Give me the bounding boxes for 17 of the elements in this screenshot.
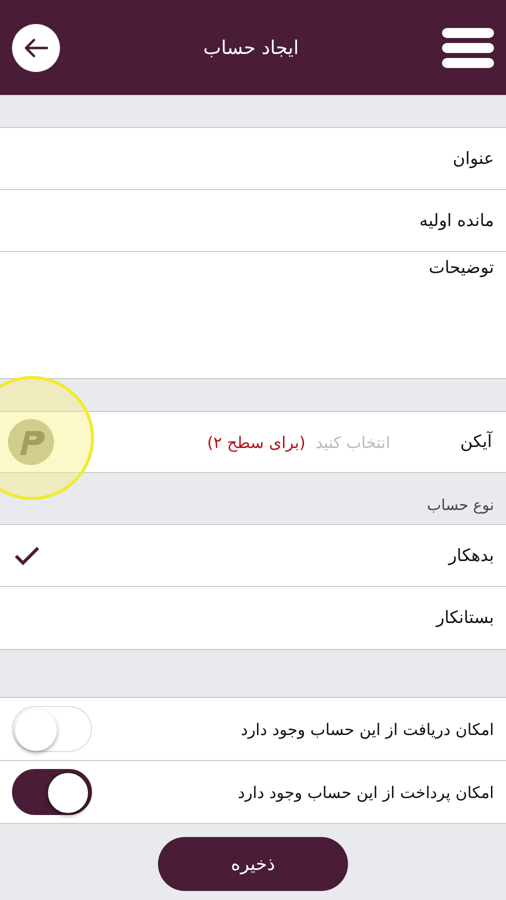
field-label: آیکن bbox=[460, 432, 492, 452]
menu-icon[interactable] bbox=[442, 28, 494, 68]
coin-icon bbox=[6, 417, 56, 467]
select-placeholder: انتخاب کنید bbox=[315, 432, 390, 452]
page-title: ایجاد حساب bbox=[203, 36, 299, 58]
icon-picker-row[interactable]: آیکن انتخاب کنید (برای سطح ۲) bbox=[0, 412, 506, 472]
arrow-icon bbox=[23, 38, 49, 58]
toggle-label: امکان دریافت از این حساب وجود دارد bbox=[240, 720, 494, 738]
toggle-label: امکان پرداخت از این حساب وجود دارد bbox=[238, 782, 494, 802]
back-button[interactable] bbox=[12, 24, 60, 72]
toggle-switch[interactable] bbox=[12, 769, 92, 815]
section-label: نوع حساب bbox=[427, 496, 494, 514]
form-field[interactable]: مانده اولیه bbox=[0, 190, 506, 252]
save-button[interactable]: ذخیره bbox=[158, 837, 348, 891]
form-field[interactable]: عنوان bbox=[0, 128, 506, 190]
form-field[interactable]: توضیحات bbox=[0, 252, 506, 378]
level-note: (برای سطح ۲) bbox=[207, 432, 306, 452]
